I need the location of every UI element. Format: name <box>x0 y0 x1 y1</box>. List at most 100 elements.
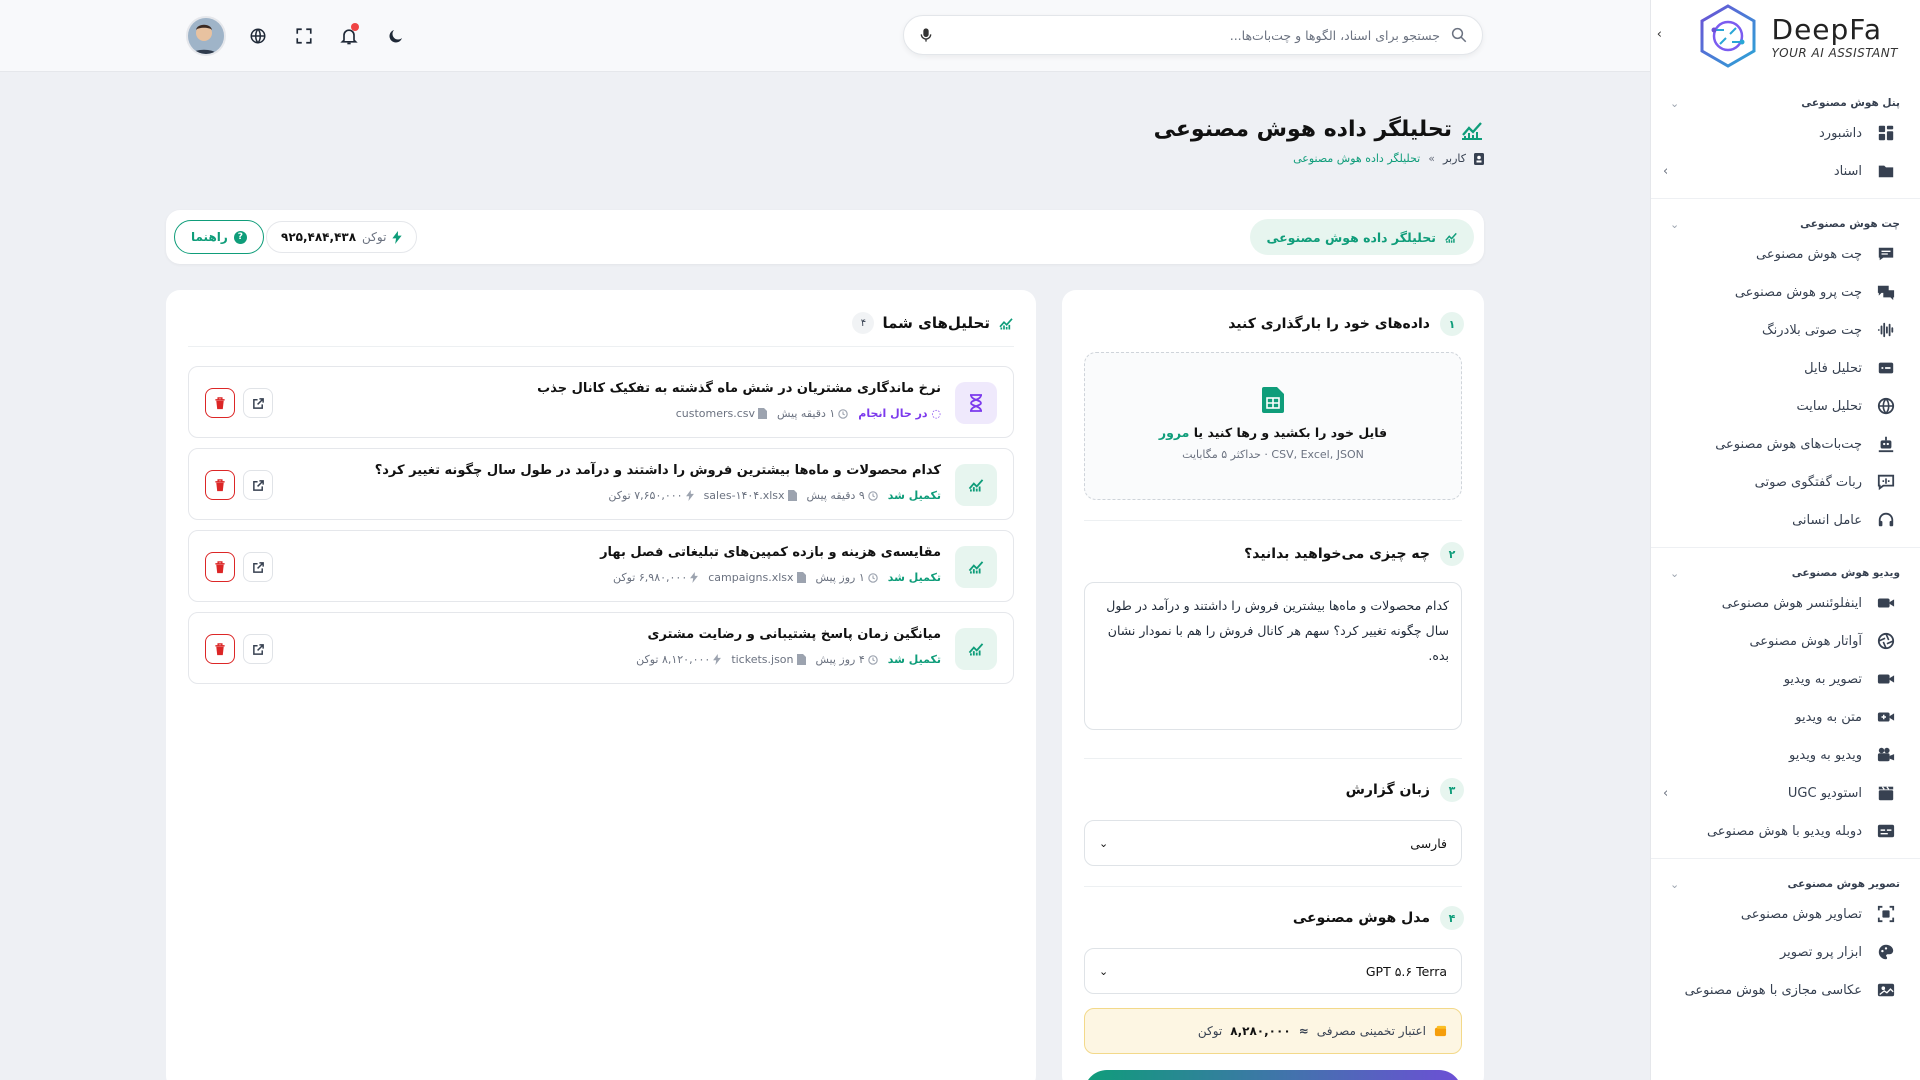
breadcrumb-root[interactable]: کاربر <box>1443 152 1466 165</box>
browse-link[interactable]: مرور <box>1159 425 1189 440</box>
tool-tab-data-analyzer[interactable]: تحلیلگر داده هوش مصنوعی <box>1250 219 1474 255</box>
sidebar-item[interactable]: چت هوش مصنوعی <box>1651 235 1920 273</box>
notification-dot <box>351 23 359 31</box>
sidebar-collapse-icon[interactable]: › <box>1651 27 1662 43</box>
analysis-meta: ◌ در حال انجام ۱ دقیقه پیش customers.csv <box>676 407 941 420</box>
file-dropzone[interactable]: فایل خود را بکشید و رها کنید یا مرور CSV… <box>1084 352 1462 500</box>
search-bar[interactable]: جستجو برای اسناد، الگوها و چت‌بات‌ها... <box>903 15 1483 55</box>
delete-button[interactable] <box>205 634 235 664</box>
analysis-form: ۱ داده‌های خود را بارگذاری کنید فایل خود… <box>1062 290 1484 1080</box>
folder-icon <box>1877 162 1895 180</box>
dark-mode-icon[interactable] <box>385 25 407 47</box>
status-badge: تکمیل شد <box>888 489 941 502</box>
chevron-down-icon: ⌄ <box>1099 964 1109 978</box>
language-globe-icon[interactable] <box>247 25 269 47</box>
analysis-title[interactable]: مقایسه‌ی هزینه و بازده کمپین‌های تبلیغات… <box>600 545 941 560</box>
open-external-button[interactable] <box>243 470 273 500</box>
sidebar-item[interactable]: ویدیو به ویدیو <box>1651 736 1920 774</box>
brand[interactable]: DeepFa YOUR AI ASSISTANT <box>1651 0 1920 72</box>
hourglass-icon <box>955 382 997 424</box>
sidebar-item[interactable]: تصویر به ویدیو <box>1651 660 1920 698</box>
sidebar-item[interactable]: تحلیل سایت <box>1651 387 1920 425</box>
dropzone-hint: CSV, Excel, JSON · حداکثر ۵ مگابایت <box>1182 448 1364 461</box>
analysis-card[interactable]: نرخ ماندگاری مشتریان در شش ماه گذشته به … <box>188 366 1014 438</box>
analysis-title[interactable]: کدام محصولات و ماه‌ها بیشترین فروش را دا… <box>375 463 941 478</box>
submit-button[interactable] <box>1084 1070 1462 1080</box>
open-external-button[interactable] <box>243 634 273 664</box>
sidebar-item[interactable]: عامل انسانی <box>1651 501 1920 539</box>
sidebar-item-label: تصاویر هوش مصنوعی <box>1740 906 1862 922</box>
step-number: ۴ <box>1440 906 1464 930</box>
sidebar-section-header[interactable]: ویدیو هوش مصنوعی ⌄ <box>1670 562 1920 584</box>
sidebar-item-label: اینفلوئنسر هوش مصنوعی <box>1721 595 1862 611</box>
language-select[interactable]: فارسی ⌄ <box>1084 820 1462 866</box>
sidebar-item[interactable]: تصاویر هوش مصنوعی <box>1651 895 1920 933</box>
sidebar-item[interactable]: استودیو UGC › <box>1651 774 1920 812</box>
delete-button[interactable] <box>205 470 235 500</box>
file-icon <box>787 490 797 501</box>
user-badge-icon <box>1474 152 1484 165</box>
delete-button[interactable] <box>205 388 235 418</box>
sidebar-item[interactable]: دوبله ویدیو با هوش مصنوعی <box>1651 812 1920 850</box>
sidebar-section: چت هوش مصنوعی ⌄ چت هوش مصنوعی چت پرو هوش… <box>1651 198 1920 539</box>
camera-icon <box>1877 594 1895 612</box>
sidebar-item[interactable]: ربات گفتگوی صوتی <box>1651 463 1920 501</box>
headset-icon <box>1877 511 1895 529</box>
analysis-title[interactable]: نرخ ماندگاری مشتریان در شش ماه گذشته به … <box>537 381 941 396</box>
sidebar-item[interactable]: آواتار هوش مصنوعی <box>1651 622 1920 660</box>
sidebar-item[interactable]: چت صوتی بلادرنگ <box>1651 311 1920 349</box>
fullscreen-icon[interactable] <box>293 25 315 47</box>
chart-trend-icon <box>1462 121 1482 140</box>
analysis-title[interactable]: میانگین زمان پاسخ پشتیبانی و رضایت مشتری <box>648 627 941 642</box>
sidebar-item[interactable]: اسناد › <box>1651 152 1920 190</box>
estimate-label: اعتبار تخمینی مصرفی <box>1316 1024 1426 1038</box>
question-textarea[interactable]: کدام محصولات و ماه‌ها بیشترین فروش را دا… <box>1084 582 1462 730</box>
spinner-icon: ◌ <box>927 407 941 420</box>
analysis-card[interactable]: مقایسه‌ی هزینه و بازده کمپین‌های تبلیغات… <box>188 530 1014 602</box>
analysis-card[interactable]: میانگین زمان پاسخ پشتیبانی و رضایت مشتری… <box>188 612 1014 684</box>
file-name-value: sales-۱۴۰۴.xlsx <box>703 489 785 502</box>
brand-tagline: YOUR AI ASSISTANT <box>1771 45 1898 60</box>
breadcrumb: کاربر » تحلیلگر داده هوش مصنوعی <box>1293 152 1484 165</box>
microphone-icon[interactable] <box>918 26 934 44</box>
file-icon <box>796 572 806 583</box>
sidebar-section-header[interactable]: پنل هوش مصنوعی ⌄ <box>1670 92 1920 114</box>
lightning-icon <box>392 230 403 244</box>
sidebar-section-header[interactable]: تصویر هوش مصنوعی ⌄ <box>1670 873 1920 895</box>
sidebar-item[interactable]: چت‌بات‌های هوش مصنوعی <box>1651 425 1920 463</box>
dropzone-text: فایل خود را بکشید و رها کنید یا مرور <box>1085 425 1461 440</box>
sidebar-item[interactable]: داشبورد <box>1651 114 1920 152</box>
sidebar-item[interactable]: تحلیل فایل <box>1651 349 1920 387</box>
search-input[interactable]: جستجو برای اسناد، الگوها و چت‌بات‌ها... <box>934 28 1450 43</box>
analyses-header: تحلیل‌های شما ۴ <box>852 312 1014 334</box>
step-model: ۴ مدل هوش مصنوعی <box>1293 906 1464 930</box>
estimate-value: ۸,۲۸۰,۰۰۰ <box>1230 1024 1291 1038</box>
sidebar-item[interactable]: چت پرو هوش مصنوعی <box>1651 273 1920 311</box>
model-select[interactable]: GPT ۵.۶ Terra ⌄ <box>1084 948 1462 994</box>
sidebar-item[interactable]: عکاسی مجازی با هوش مصنوعی <box>1651 971 1920 1009</box>
video-icon <box>1877 670 1895 688</box>
clock-icon <box>868 654 878 665</box>
avatar[interactable] <box>186 16 226 56</box>
delete-button[interactable] <box>205 552 235 582</box>
external-link-icon <box>252 643 264 655</box>
sidebar-item[interactable]: اینفلوئنسر هوش مصنوعی <box>1651 584 1920 622</box>
sidebar-section-title: پنل هوش مصنوعی <box>1801 97 1900 109</box>
analysis-card[interactable]: کدام محصولات و ماه‌ها بیشترین فروش را دا… <box>188 448 1014 520</box>
time-ago-value: ۴ روز پیش <box>815 653 865 666</box>
file-name-value: customers.csv <box>675 407 756 420</box>
chevron-left-icon: › <box>1663 163 1669 179</box>
step-language: ۳ زبان گزارش <box>1346 778 1464 802</box>
breadcrumb-separator: » <box>1428 152 1435 165</box>
trash-icon <box>215 478 225 491</box>
guide-button[interactable]: ? راهنما <box>174 220 264 254</box>
open-external-button[interactable] <box>243 388 273 418</box>
step-title: داده‌های خود را بارگذاری کنید <box>1228 316 1430 332</box>
notification-bell-icon[interactable] <box>338 23 360 47</box>
sidebar-section-header[interactable]: چت هوش مصنوعی ⌄ <box>1670 213 1920 235</box>
open-external-button[interactable] <box>243 552 273 582</box>
sidebar-item[interactable]: ابزار پرو تصویر <box>1651 933 1920 971</box>
token-cost-value: ۶,۹۸۰,۰۰۰ توکن <box>613 571 688 584</box>
globe-icon <box>1877 397 1895 415</box>
sidebar-item[interactable]: متن به ویدیو <box>1651 698 1920 736</box>
